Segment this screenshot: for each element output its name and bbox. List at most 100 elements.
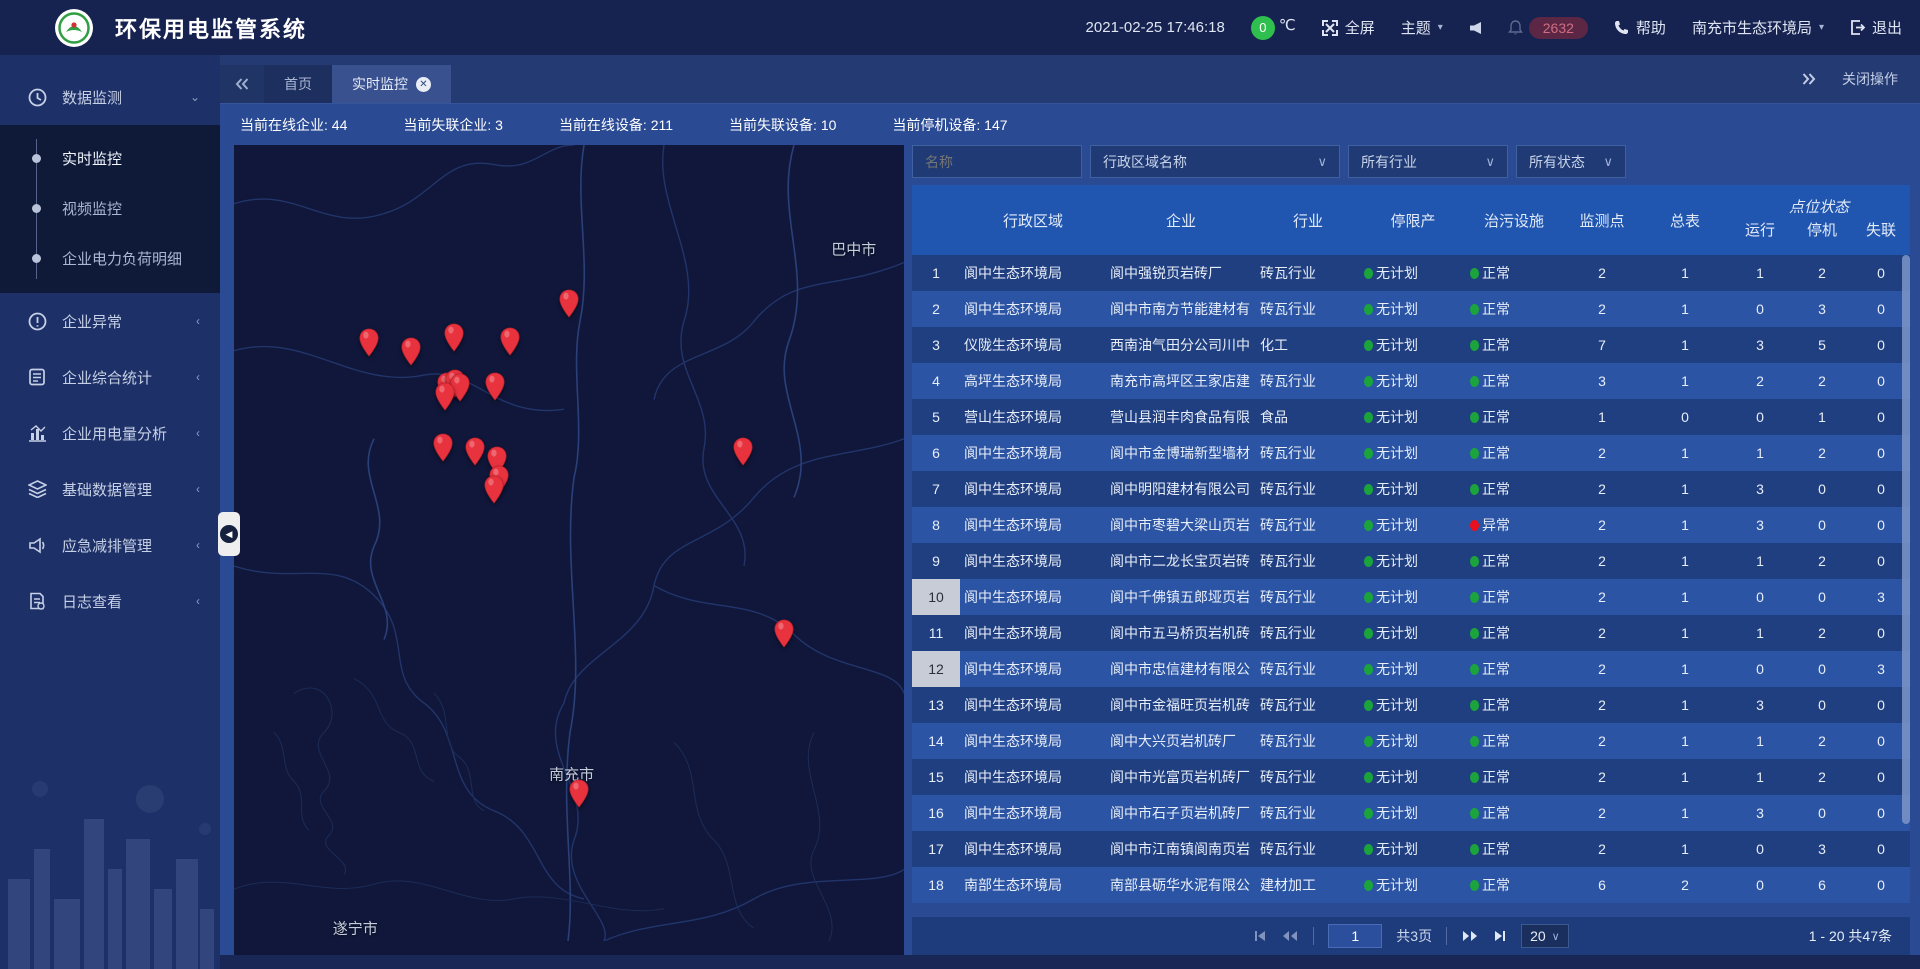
map-pin[interactable] (774, 619, 795, 648)
region-select[interactable]: 行政区域名称∨ (1090, 145, 1340, 178)
sidebar-item-视频监控[interactable]: 视频监控 (0, 183, 220, 233)
name-search-input[interactable] (912, 145, 1082, 178)
cell-points: 2 (1562, 301, 1642, 317)
page-number-input[interactable] (1328, 924, 1382, 948)
sidebar-item-实时监控[interactable]: 实时监控 (0, 133, 220, 183)
tab-scroll-left-button[interactable] (220, 65, 264, 103)
table-row[interactable]: 17阆中生态环境局阆中市江南镇阆南页岩砖瓦行业无计划正常21030 (912, 831, 1910, 867)
map-pin[interactable] (465, 437, 486, 466)
map-panel[interactable]: 巴中市南充市遂宁市 (234, 145, 904, 955)
column-header-监测点[interactable]: 监测点 (1562, 185, 1642, 255)
column-header-运行[interactable]: 运行 (1728, 217, 1792, 255)
table-row[interactable]: 7阆中生态环境局阆中明阳建材有限公司砖瓦行业无计划正常21300 (912, 471, 1910, 507)
status-dot-green (1470, 484, 1479, 495)
table-row[interactable]: 1阆中生态环境局阆中强锐页岩砖厂砖瓦行业无计划正常21120 (912, 255, 1910, 291)
table-row[interactable]: 9阆中生态环境局阆中市二龙长宝页岩砖砖瓦行业无计划正常21120 (912, 543, 1910, 579)
close-operations-button[interactable]: 关闭操作 (1842, 69, 1898, 89)
status-dot-green (1364, 412, 1373, 423)
cell-company: 阆中市忠信建材有限公 (1106, 659, 1256, 679)
column-header-总表[interactable]: 总表 (1642, 185, 1728, 255)
table-row[interactable]: 14阆中生态环境局阆中大兴页岩机砖厂砖瓦行业无计划正常21120 (912, 723, 1910, 759)
map-pin[interactable] (400, 337, 421, 366)
table-row[interactable]: 6阆中生态环境局阆中市金博瑞新型墙材砖瓦行业无计划正常21120 (912, 435, 1910, 471)
status-select[interactable]: 所有状态∨ (1516, 145, 1626, 178)
sidebar-group-label: 企业异常 (62, 311, 122, 332)
notifications[interactable]: 2632 (1508, 17, 1588, 39)
column-header-停限产[interactable]: 停限产 (1360, 185, 1466, 255)
status-dot-green (1470, 448, 1479, 459)
sidebar: 数据监测⌄ 实时监控视频监控企业电力负荷明细企业异常‹企业综合统计‹企业用电量分析… (0, 55, 220, 969)
map-pin[interactable] (435, 382, 456, 411)
column-header-治污设施[interactable]: 治污设施 (1466, 185, 1562, 255)
table-row[interactable]: 11阆中生态环境局阆中市五马桥页岩机砖砖瓦行业无计划正常21120 (912, 615, 1910, 651)
double-chevron-right-icon[interactable] (1802, 73, 1816, 85)
table-row[interactable]: 10阆中生态环境局阆中千佛镇五郎垭页岩砖瓦行业无计划正常21003 (912, 579, 1910, 615)
cell-stop: 2 (1792, 373, 1852, 389)
map-pin[interactable] (443, 323, 464, 352)
logout-button[interactable]: 退出 (1850, 17, 1902, 38)
cell-facility-status: 正常 (1466, 659, 1562, 679)
first-page-button[interactable] (1253, 929, 1267, 943)
table-row[interactable]: 8阆中生态环境局阆中市枣碧大梁山页岩砖瓦行业无计划异常21300 (912, 507, 1910, 543)
cell-production-status: 无计划 (1360, 767, 1466, 787)
stat-item: 当前在线设备: 211 (559, 115, 673, 135)
table-row[interactable]: 5营山生态环境局营山县润丰肉食品有限食品无计划正常10010 (912, 399, 1910, 435)
map-pin[interactable] (733, 437, 754, 466)
industry-select[interactable]: 所有行业∨ (1348, 145, 1508, 178)
cell-run: 0 (1728, 589, 1792, 605)
column-header-企业[interactable]: 企业 (1106, 185, 1256, 255)
theme-dropdown[interactable]: 主题▾ (1401, 17, 1443, 38)
scrollbar-thumb[interactable] (1902, 255, 1910, 824)
map-pin[interactable] (433, 433, 454, 462)
map-pin[interactable] (559, 289, 580, 318)
fullscreen-button[interactable]: 全屏 (1322, 17, 1375, 38)
table-row[interactable]: 12阆中生态环境局阆中市忠信建材有限公砖瓦行业无计划正常21003 (912, 651, 1910, 687)
table-row[interactable]: 13阆中生态环境局阆中市金福旺页岩机砖砖瓦行业无计划正常21300 (912, 687, 1910, 723)
mute-button[interactable] (1469, 21, 1482, 35)
column-header-停机[interactable]: 停机 (1792, 217, 1852, 255)
next-page-icon (1461, 929, 1479, 943)
map-pin[interactable] (483, 475, 504, 504)
sidebar-item-企业电力负荷明细[interactable]: 企业电力负荷明细 (0, 233, 220, 283)
last-page-button[interactable] (1493, 929, 1507, 943)
cell-meters: 1 (1642, 445, 1728, 461)
table-row[interactable]: 2阆中生态环境局阆中市南方节能建材有砖瓦行业无计划正常21030 (912, 291, 1910, 327)
map-pin[interactable] (358, 328, 379, 357)
sidebar-group-5[interactable]: 基础数据管理‹ (0, 461, 220, 517)
map-pin[interactable] (569, 779, 590, 808)
sidebar-group-7[interactable]: 日志查看‹ (0, 573, 220, 629)
table-row[interactable]: 3仪陇生态环境局西南油气田分公司川中化工无计划正常71350 (912, 327, 1910, 363)
cell-company: 阆中强锐页岩砖厂 (1106, 263, 1256, 283)
org-dropdown[interactable]: 南充市生态环境局▾ (1692, 17, 1824, 38)
prev-page-button[interactable] (1281, 929, 1299, 943)
sidebar-collapse-button[interactable]: ◀ (218, 512, 240, 556)
cell-region: 阆中生态环境局 (960, 263, 1106, 283)
sidebar-group-1[interactable]: 数据监测⌄ (0, 69, 220, 125)
cell-company: 南充市高坪区王家店建 (1106, 371, 1256, 391)
tab-首页[interactable]: 首页 (264, 65, 332, 103)
page-size-select[interactable]: 20 ∨ (1521, 924, 1569, 948)
table-row[interactable]: 4高坪生态环境局南充市高坪区王家店建砖瓦行业无计划正常31220 (912, 363, 1910, 399)
help-button[interactable]: 帮助 (1614, 17, 1666, 38)
tab-close-icon[interactable]: ✕ (416, 77, 431, 92)
next-page-button[interactable] (1461, 929, 1479, 943)
map-pin[interactable] (485, 372, 506, 401)
table-row[interactable]: 16阆中生态环境局阆中市石子页岩机砖厂砖瓦行业无计划正常21300 (912, 795, 1910, 831)
column-header-行政区域[interactable]: 行政区域 (960, 185, 1106, 255)
sidebar-group-6[interactable]: 应急减排管理‹ (0, 517, 220, 573)
tab-实时监控[interactable]: 实时监控✕ (332, 65, 451, 103)
table-scrollbar[interactable] (1902, 255, 1910, 917)
table-row[interactable]: 18南部生态环境局南部县砺华水泥有限公建材加工无计划正常62060 (912, 867, 1910, 903)
column-header-失联[interactable]: 失联 (1852, 217, 1910, 255)
cell-run: 3 (1728, 517, 1792, 533)
sidebar-group-4[interactable]: 企业用电量分析‹ (0, 405, 220, 461)
map-pin[interactable] (500, 327, 521, 356)
row-index: 14 (912, 723, 960, 759)
cell-facility-status: 正常 (1466, 839, 1562, 859)
table-row[interactable]: 15阆中生态环境局阆中市光富页岩机砖厂砖瓦行业无计划正常21120 (912, 759, 1910, 795)
cell-meters: 1 (1642, 589, 1728, 605)
column-header-行业[interactable]: 行业 (1256, 185, 1360, 255)
sidebar-group-3[interactable]: 企业综合统计‹ (0, 349, 220, 405)
cell-region: 营山生态环境局 (960, 407, 1106, 427)
sidebar-group-2[interactable]: 企业异常‹ (0, 293, 220, 349)
